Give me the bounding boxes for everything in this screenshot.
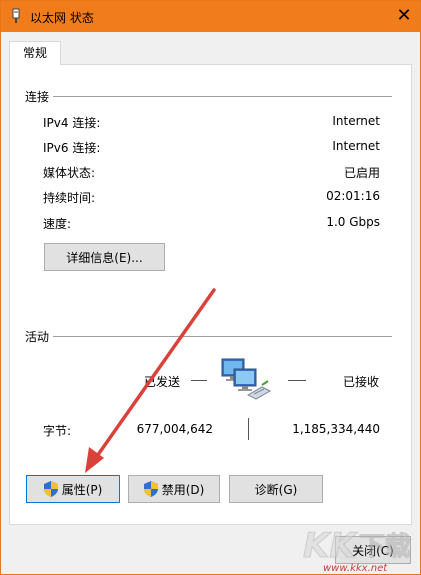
watermark-url: www.kkx.net — [323, 563, 388, 574]
svg-text:KK: KK — [303, 526, 358, 566]
window-title: 以太网 状态 — [30, 11, 94, 25]
svg-text:下载: 下载 — [359, 532, 411, 562]
bytes-separator — [248, 418, 249, 440]
received-label: 已接收 — [343, 375, 380, 389]
uac-shield-icon — [143, 481, 158, 497]
media-state-value: 已启用 — [343, 166, 380, 180]
uac-shield-icon — [43, 481, 58, 497]
status-window: 以太网 状态 ✕ 常规 连接 IPv4 连接: Internet IPv6 连接… — [0, 0, 421, 575]
sent-label: 已发送 — [144, 375, 181, 389]
network-adapter-icon — [12, 8, 20, 23]
diagnose-button[interactable]: 诊断(G) — [229, 475, 323, 503]
title-bar[interactable]: 以太网 状态 ✕ — [1, 1, 420, 32]
tab-general[interactable]: 常规 — [9, 41, 61, 65]
details-button-label: 详细信息(E)... — [66, 250, 143, 265]
sent-line — [191, 380, 207, 381]
activity-section-title: 活动 — [25, 330, 50, 344]
general-panel — [9, 64, 412, 525]
close-window-icon[interactable]: ✕ — [389, 2, 419, 30]
kkx-watermark-logo: KK 下载 — [303, 526, 412, 567]
received-line — [288, 380, 306, 381]
ipv4-label: IPv4 连接: — [43, 116, 101, 130]
bytes-sent-value: 677,004,642 — [136, 422, 213, 436]
connection-divider — [53, 96, 392, 97]
duration-value: 02:01:16 — [326, 189, 380, 203]
properties-button[interactable]: 属性(P) — [26, 475, 120, 503]
speed-value: 1.0 Gbps — [326, 215, 380, 229]
bytes-received-value: 1,185,334,440 — [292, 422, 380, 436]
activity-divider — [53, 336, 392, 337]
duration-label: 持续时间: — [43, 191, 96, 205]
ipv6-value: Internet — [332, 139, 380, 153]
diagnose-button-label: 诊断(G) — [254, 482, 298, 497]
bytes-label: 字节: — [43, 424, 72, 438]
network-computers-icon — [221, 358, 272, 400]
properties-button-label: 属性(P) — [61, 482, 103, 497]
disable-button[interactable]: 禁用(D) — [128, 475, 220, 503]
connection-section-title: 连接 — [25, 90, 50, 104]
ipv6-label: IPv6 连接: — [43, 141, 101, 155]
ipv4-value: Internet — [332, 114, 380, 128]
media-state-label: 媒体状态: — [43, 166, 96, 180]
disable-button-label: 禁用(D) — [161, 482, 205, 497]
speed-label: 速度: — [43, 217, 72, 231]
details-button[interactable]: 详细信息(E)... — [44, 243, 165, 271]
